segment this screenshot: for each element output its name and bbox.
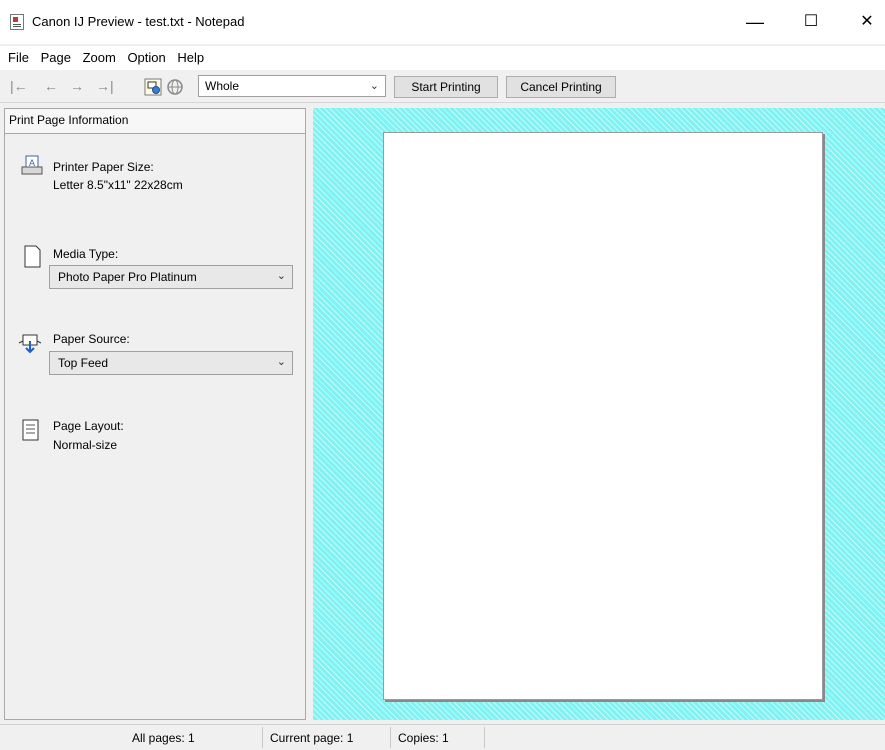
media-type-value: Photo Paper Pro Platinum <box>58 270 197 284</box>
preview-page <box>383 132 823 700</box>
menu-option[interactable]: Option <box>123 46 169 65</box>
page-layout-label: Page Layout: <box>53 419 124 433</box>
menu-zoom[interactable]: Zoom <box>79 46 120 65</box>
menu-page[interactable]: Page <box>37 46 75 65</box>
close-button[interactable]: ✕ <box>852 10 882 34</box>
print-page-information-panel: Print Page Information A Printer Paper S… <box>4 108 306 720</box>
zoom-select[interactable]: Whole ⌄ <box>198 75 386 97</box>
menu-help[interactable]: Help <box>173 46 208 65</box>
printer-settings-icon[interactable] <box>144 78 162 96</box>
page-layout-value: Normal-size <box>53 438 118 452</box>
panel-header: Print Page Information <box>5 109 305 134</box>
first-page-button[interactable]: |← <box>10 78 28 94</box>
last-page-button[interactable]: →| <box>96 78 114 94</box>
current-page-status: Current page: 1 <box>270 731 354 745</box>
paper-source-label: Paper Source: <box>53 332 130 346</box>
next-page-button[interactable]: → <box>70 78 84 94</box>
previous-page-button[interactable]: ← <box>44 78 58 94</box>
chevron-down-icon: ⌄ <box>276 270 286 282</box>
globe-icon[interactable] <box>166 78 184 96</box>
window-title: Canon IJ Preview - test.txt - Notepad <box>32 14 245 29</box>
cancel-printing-button[interactable]: Cancel Printing <box>506 76 616 98</box>
status-divider <box>390 727 391 748</box>
paper-source-dropdown[interactable]: Top Feed ⌄ <box>49 351 293 375</box>
media-sheet-icon <box>21 245 43 268</box>
title-bar: Canon IJ Preview - test.txt - Notepad — … <box>0 0 885 44</box>
start-printing-button[interactable]: Start Printing <box>394 76 498 98</box>
menu-bar: File Page Zoom Option Help <box>0 46 885 70</box>
printer-paper-size-value: Letter 8.5"x11" 22x28cm <box>53 178 183 192</box>
chevron-down-icon: ⌄ <box>369 80 379 92</box>
media-type-label: Media Type: <box>53 247 119 261</box>
paper-source-icon <box>17 333 42 355</box>
all-pages-status: All pages: 1 <box>132 731 195 745</box>
page-layout-icon <box>21 419 43 441</box>
copies-status: Copies: 1 <box>398 731 449 745</box>
minimize-button[interactable]: — <box>740 10 770 34</box>
status-divider <box>262 727 263 748</box>
media-type-dropdown[interactable]: Photo Paper Pro Platinum ⌄ <box>49 265 293 289</box>
preview-area[interactable] <box>313 108 885 720</box>
paper-source-value: Top Feed <box>58 356 109 370</box>
status-divider <box>484 727 485 748</box>
notepad-app-icon[interactable] <box>10 14 24 30</box>
printer-paper-icon: A <box>21 155 43 177</box>
maximize-button[interactable]: ☐ <box>796 10 826 34</box>
chevron-down-icon: ⌄ <box>276 356 286 368</box>
printer-paper-size-label: Printer Paper Size: <box>53 160 154 174</box>
menu-file[interactable]: File <box>0 46 33 65</box>
zoom-value: Whole <box>205 79 240 93</box>
status-bar: All pages: 1 Current page: 1 Copies: 1 <box>0 724 885 750</box>
